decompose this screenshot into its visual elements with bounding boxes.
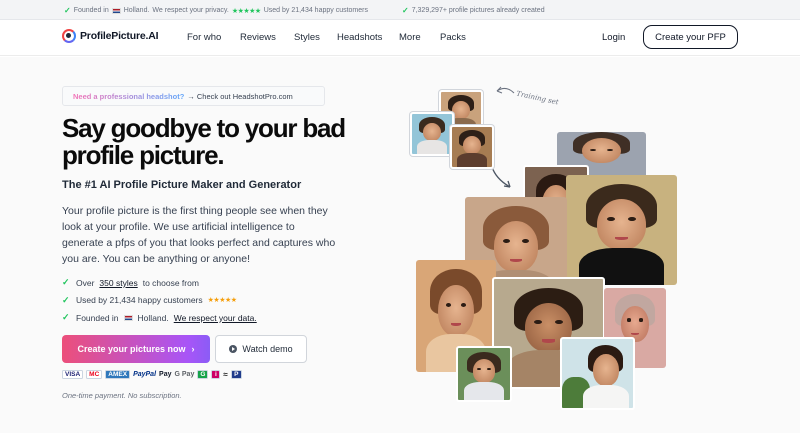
nav-link-styles[interactable]: Styles — [294, 32, 320, 43]
list-item: ✓ Founded in Holland. We respect your da… — [62, 312, 257, 323]
site-logo[interactable]: ProfilePicture.AI — [62, 29, 158, 43]
login-link[interactable]: Login — [602, 32, 625, 43]
announcement-bar: ✓ Founded in Holland. We respect your pr… — [0, 0, 800, 20]
nav-link-packs[interactable]: Packs — [440, 32, 466, 43]
training-photo — [450, 125, 494, 169]
nav-link-headshots[interactable]: Headshots — [337, 32, 382, 43]
curved-arrow-icon — [496, 86, 515, 94]
pictures-created-notice: ✓ 7,329,297+ profile pictures already cr… — [402, 6, 545, 15]
apple-pay-icon: Pay — [159, 371, 172, 378]
training-set-label: Training set — [515, 89, 560, 107]
create-pfp-button[interactable]: Create your PFP — [643, 25, 738, 49]
netherlands-flag-icon — [111, 7, 121, 14]
check-icon: ✓ — [62, 312, 70, 323]
check-icon: ✓ — [64, 6, 71, 15]
nav-link-reviews[interactable]: Reviews — [240, 32, 276, 43]
styles-link[interactable]: 350 styles — [99, 278, 137, 288]
amex-icon: AMEX — [105, 370, 131, 379]
generated-photo — [456, 346, 512, 402]
google-pay-icon: G Pay — [174, 371, 195, 378]
list-item: ✓ Over 350 styles to choose from — [62, 277, 199, 288]
paypal-icon: PayPal — [133, 371, 157, 378]
check-icon: ✓ — [62, 294, 70, 305]
create-pictures-button[interactable]: Create your pictures now › — [62, 335, 210, 363]
hero-headline: Say goodbye to your bad profile picture. — [62, 113, 346, 170]
visa-icon: VISA — [62, 370, 84, 379]
training-photo — [410, 112, 454, 156]
hero-description: Your profile picture is the first thing … — [62, 205, 336, 265]
generated-photo — [560, 337, 635, 410]
logo-icon — [62, 29, 76, 43]
founded-notice: ✓ Founded in Holland. We respect your pr… — [64, 6, 368, 15]
rating-stars: ★★★★★ — [207, 297, 237, 305]
hero-subheading: The #1 AI Profile Picture Maker and Gene… — [62, 179, 302, 191]
ideal-icon: i — [211, 370, 221, 379]
p24-icon: P — [230, 370, 242, 379]
list-item: ✓ Used by 21,434 happy customers ★★★★★ — [62, 294, 237, 306]
netherlands-flag-icon — [123, 314, 133, 321]
check-icon: ✓ — [62, 277, 70, 288]
watch-demo-button[interactable]: Watch demo — [215, 335, 307, 363]
payment-methods: VISA MC AMEX PayPal Pay G Pay G i ≈ P — [62, 370, 242, 379]
nav-link-for-who[interactable]: For who — [187, 32, 221, 43]
sofort-icon: ≈ — [223, 370, 228, 379]
hero-section: Need a professional headshot? → Check ou… — [0, 57, 800, 433]
feature-list: ✓ Over 350 styles to choose from ✓ Used … — [62, 274, 257, 327]
giropay-icon: G — [197, 370, 209, 379]
mastercard-icon: MC — [86, 370, 103, 379]
generated-photo — [566, 175, 677, 285]
arrow-icon — [491, 166, 511, 188]
chevron-right-icon: › — [191, 344, 195, 354]
check-icon: ✓ — [402, 6, 409, 15]
headshot-promo-banner[interactable]: Need a professional headshot? → Check ou… — [62, 86, 325, 106]
nav-link-more[interactable]: More — [399, 32, 421, 43]
play-icon — [229, 345, 238, 353]
main-navigation: ProfilePicture.AI For who Reviews Styles… — [0, 20, 800, 56]
privacy-link[interactable]: We respect your data. — [174, 313, 257, 323]
payment-note: One-time payment. No subscription. — [62, 391, 182, 400]
rating-stars: ★★★★★ — [231, 7, 261, 15]
